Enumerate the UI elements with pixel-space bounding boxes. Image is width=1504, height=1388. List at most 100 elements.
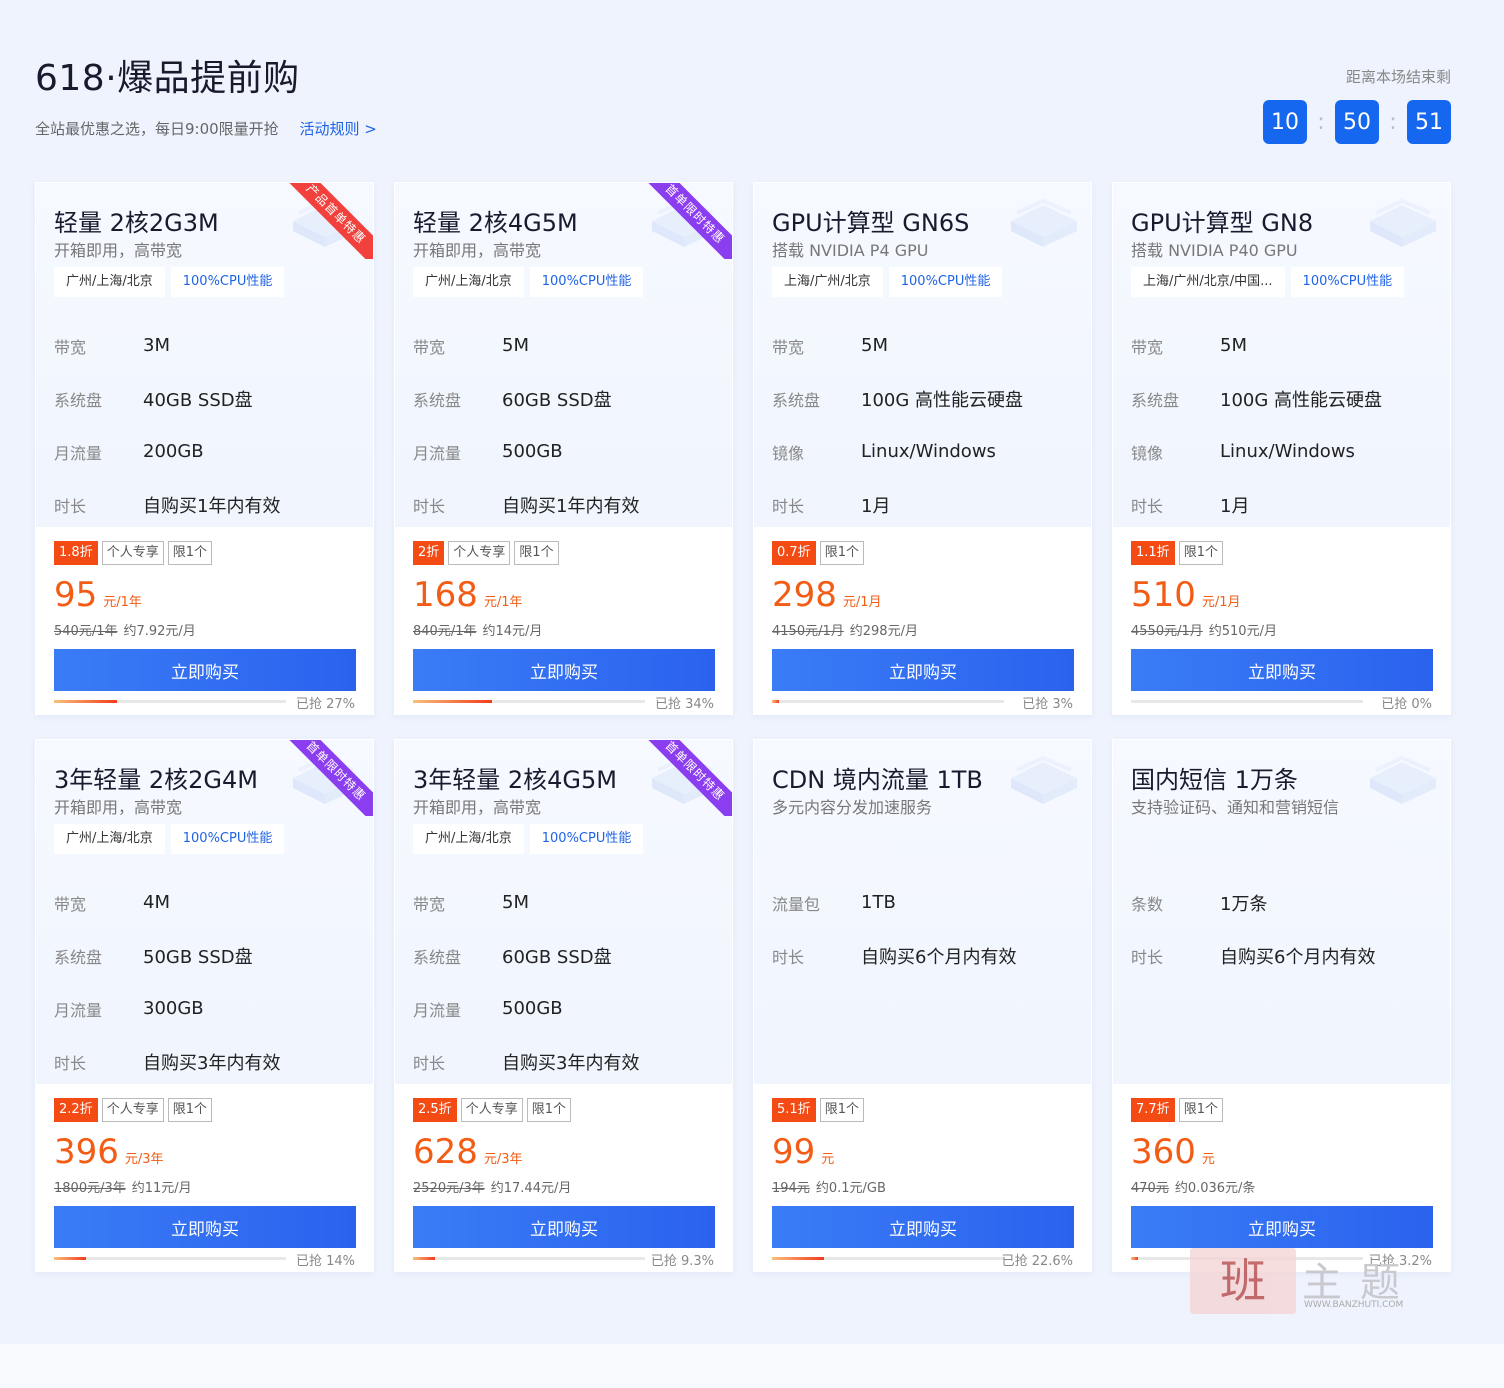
offer-badges: 2折 个人专享 限1个 (413, 541, 559, 565)
price-unit: 元/1月 (1201, 595, 1241, 610)
average-price: 约7.92元/月 (123, 624, 196, 639)
region-tag: 广州/上海/北京 (54, 824, 165, 854)
sold-progress-fill (772, 700, 779, 703)
buy-now-button[interactable]: 立即购买 (1131, 1206, 1433, 1248)
spec-label: 月流量 (413, 1000, 462, 1020)
offer-badges: 2.2折 个人专享 限1个 (54, 1098, 212, 1122)
spec-row: 带宽 5M (413, 876, 713, 929)
buy-now-button[interactable]: 立即购买 (772, 649, 1074, 691)
spec-value: 40GB SSD盘 (143, 389, 253, 411)
spec-label: 系统盘 (413, 390, 462, 410)
spec-label: 月流量 (54, 1000, 103, 1020)
spec-row: 带宽 3M (54, 319, 354, 372)
buy-now-button[interactable]: 立即购买 (1131, 649, 1433, 691)
spec-label: 时长 (1131, 947, 1164, 967)
limit-badge: 个人专享 (101, 541, 164, 565)
sold-progress-text: 已抢 3% (1022, 697, 1073, 712)
cpu-performance-tag: 100%CPU性能 (529, 824, 644, 854)
limit-badge: 限1个 (819, 1098, 864, 1122)
product-specs: 带宽 5M 系统盘 100G 高性能云硬盘 镜像 Linux/Windows 时长 1月 (1131, 319, 1431, 531)
product-tags: 广州/上海/北京 100%CPU性能 (413, 824, 644, 854)
spec-value: Linux/Windows (861, 441, 996, 462)
sale-price: 99 (772, 1132, 816, 1172)
spec-label: 带宽 (413, 337, 446, 357)
spec-value: 自购买6个月内有效 (861, 946, 1017, 968)
product-tags: 广州/上海/北京 100%CPU性能 (54, 824, 285, 854)
spec-label: 带宽 (1131, 337, 1164, 357)
average-price: 约11元/月 (131, 1181, 192, 1196)
product-title: GPU计算型 GN6S (772, 209, 970, 237)
original-price-row: 840元/1年 约14元/月 (413, 620, 542, 639)
price-unit: 元/1月 (842, 595, 882, 610)
spec-value: 1月 (861, 495, 891, 517)
sold-progress-fill (54, 1257, 87, 1260)
product-specs: 带宽 5M 系统盘 60GB SSD盘 月流量 500GB 时长 自购买3年内有效 (413, 876, 713, 1088)
spec-row: 月流量 500GB (413, 982, 713, 1035)
spec-row: 时长 1月 (772, 478, 1072, 531)
watermark-seal: 班 (1190, 1248, 1296, 1314)
spec-value: 60GB SSD盘 (502, 946, 612, 968)
region-tag: 上海/广州/北京/中国... (1131, 267, 1285, 297)
region-tag: 广州/上海/北京 (54, 267, 165, 297)
spec-label: 镜像 (772, 443, 805, 463)
countdown-seconds: 51 (1407, 100, 1451, 144)
product-card: CDN 境内流量 1TB 多元内容分发加速服务 流量包 1TB 时长 自购买6个月内有效 5… (753, 739, 1092, 1272)
buy-now-button[interactable]: 立即购买 (413, 649, 715, 691)
sold-progress-text: 已抢 14% (295, 1254, 355, 1269)
price-row: 298 元/1月 (772, 577, 882, 613)
sold-progress-bar (54, 700, 286, 703)
original-price-row: 4150元/1月 约298元/月 (772, 620, 918, 639)
spec-value: 100G 高性能云硬盘 (1220, 389, 1383, 411)
buy-now-button[interactable]: 立即购买 (54, 1206, 356, 1248)
spec-value: Linux/Windows (1220, 441, 1355, 462)
offer-badges: 1.1折 限1个 (1131, 541, 1223, 565)
product-specs: 带宽 5M 系统盘 100G 高性能云硬盘 镜像 Linux/Windows 时长 1月 (772, 319, 1072, 531)
original-price-row: 540元/1年 约7.92元/月 (54, 620, 196, 639)
product-description: 搭载 NVIDIA P40 GPU (1131, 241, 1298, 260)
original-price-row: 2520元/3年 约17.44元/月 (413, 1177, 571, 1196)
spec-label: 时长 (1131, 496, 1164, 516)
buy-now-button[interactable]: 立即购买 (772, 1206, 1074, 1248)
discount-badge: 2折 (413, 541, 445, 565)
spec-row: 镜像 Linux/Windows (1131, 425, 1431, 478)
original-price-row: 470元 约0.036元/条 (1131, 1177, 1255, 1196)
spec-label: 时长 (54, 1053, 87, 1073)
sold-progress-text: 已抢 22.6% (1001, 1254, 1073, 1269)
buy-now-button[interactable]: 立即购买 (54, 649, 356, 691)
spec-value: 500GB (502, 441, 563, 462)
spec-row: 镜像 Linux/Windows (772, 425, 1072, 478)
discount-badge: 5.1折 (772, 1098, 816, 1122)
server-illustration-icon (1003, 748, 1081, 808)
price-row: 510 元/1月 (1131, 577, 1241, 613)
average-price: 约510元/月 (1208, 624, 1277, 639)
limit-badge: 限1个 (167, 1098, 212, 1122)
sale-price: 628 (413, 1132, 478, 1172)
spec-label: 流量包 (772, 894, 821, 914)
original-price: 540元/1年 (54, 624, 118, 639)
spec-row: 系统盘 60GB SSD盘 (413, 929, 713, 982)
product-specs: 带宽 3M 系统盘 40GB SSD盘 月流量 200GB 时长 自购买1年内有效 (54, 319, 354, 531)
spec-row: 月流量 300GB (54, 982, 354, 1035)
sale-price: 168 (413, 575, 478, 615)
cpu-performance-tag: 100%CPU性能 (1290, 267, 1405, 297)
product-description: 开箱即用，高带宽 (54, 241, 183, 260)
spec-row: 月流量 200GB (54, 425, 354, 478)
sale-price: 298 (772, 575, 837, 615)
offer-badges: 0.7折 限1个 (772, 541, 864, 565)
product-card: GPU计算型 GN6S 搭载 NVIDIA P4 GPU 上海/广州/北京 100%C… (753, 182, 1092, 715)
watermark: 班 主题 WWW.BANZHUTI.COM (1190, 1248, 1430, 1314)
spec-row: 系统盘 50GB SSD盘 (54, 929, 354, 982)
spec-row: 流量包 1TB (772, 876, 1072, 929)
countdown-separator: : (1317, 109, 1325, 135)
spec-label: 时长 (772, 947, 805, 967)
activity-rules-link[interactable]: 活动规则 > (299, 120, 376, 138)
limit-badge: 限1个 (1178, 541, 1223, 565)
promo-ribbon: 首单限时特惠 (648, 740, 732, 816)
spec-row: 时长 自购买1年内有效 (54, 478, 354, 531)
original-price: 1800元/3年 (54, 1181, 126, 1196)
spec-row: 条数 1万条 (1131, 876, 1431, 929)
price-unit: 元/1年 (483, 595, 523, 610)
product-tags: 上海/广州/北京 100%CPU性能 (772, 267, 1003, 297)
buy-now-button[interactable]: 立即购买 (413, 1206, 715, 1248)
sold-progress-text: 已抢 0% (1381, 697, 1432, 712)
